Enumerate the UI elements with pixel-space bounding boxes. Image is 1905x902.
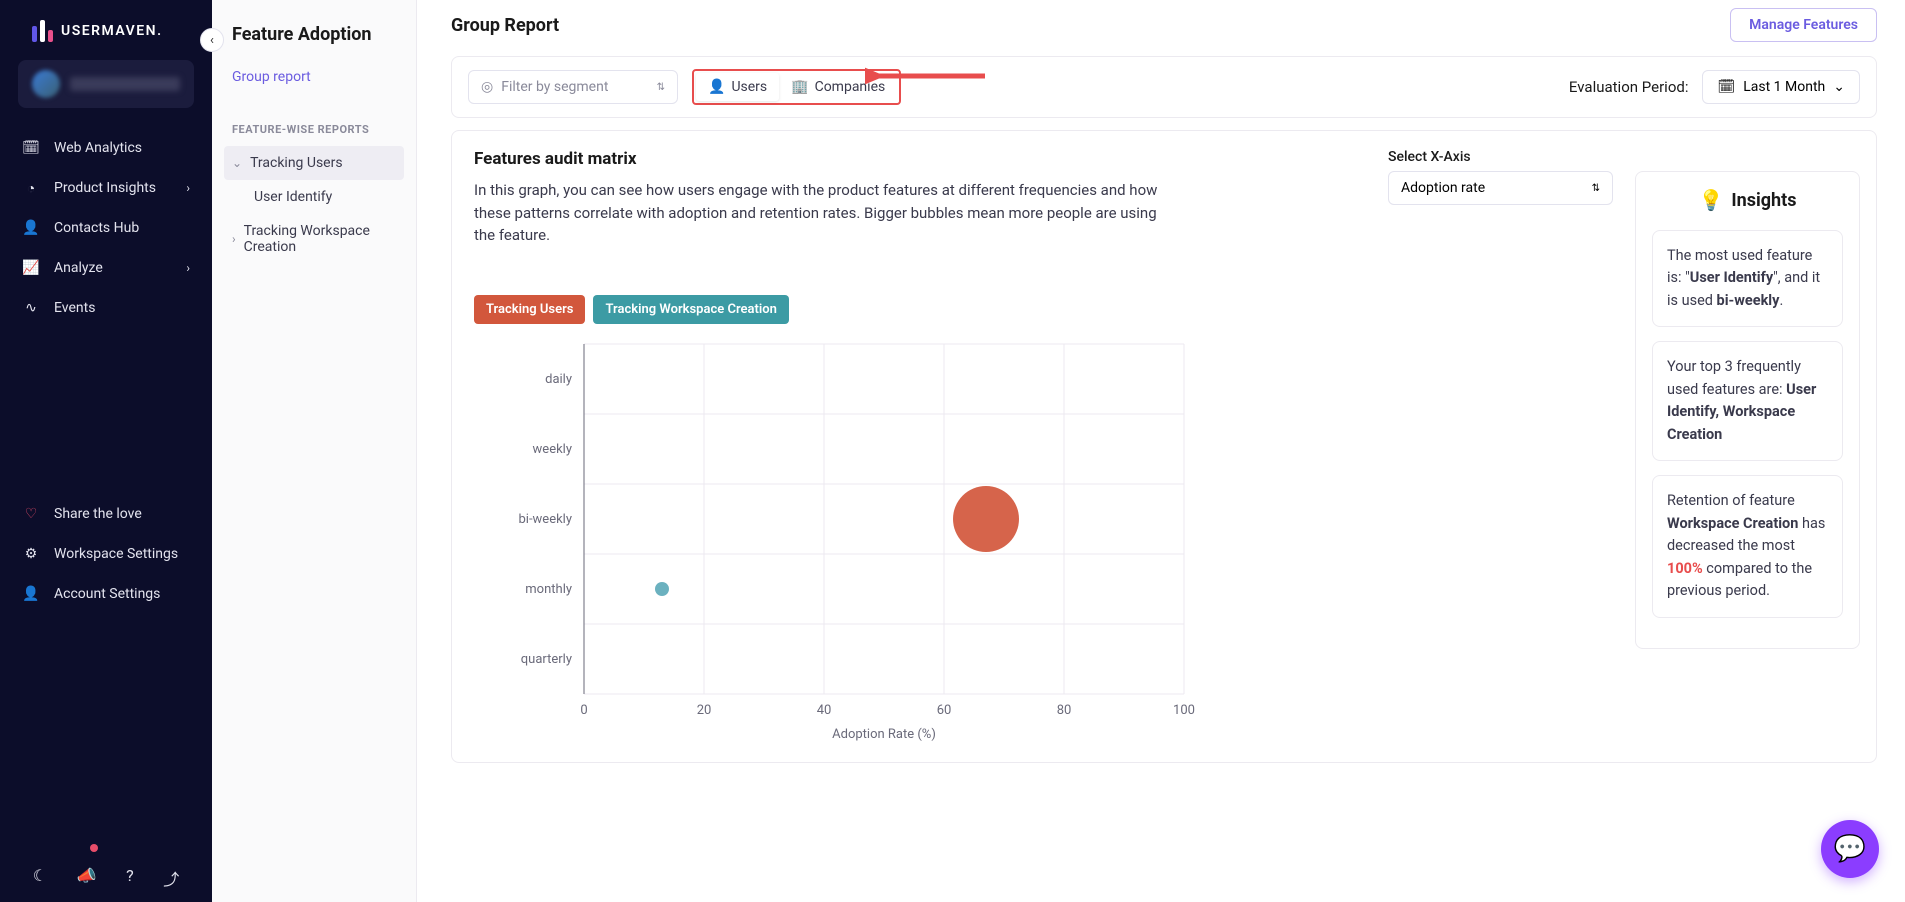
pie-icon: ◔ xyxy=(22,179,40,197)
nav-share-love[interactable]: ♡Share the love xyxy=(0,494,212,534)
chart-icon: 📈 xyxy=(22,259,40,277)
section-title: Feature Adoption xyxy=(224,20,404,59)
collapse-sidebar-button[interactable]: ‹ xyxy=(200,28,224,52)
user-icon: 👤 xyxy=(22,219,40,237)
building-icon: 🏢 xyxy=(791,79,808,95)
nav-workspace-settings[interactable]: ⚙Workspace Settings xyxy=(0,534,212,574)
chat-icon: 💬 xyxy=(1834,834,1866,864)
svg-text:20: 20 xyxy=(697,703,712,718)
sec-item-user-identify[interactable]: User Identify xyxy=(224,180,404,214)
toggle-users[interactable]: 👤Users xyxy=(696,73,779,101)
chevron-right-icon: › xyxy=(232,232,236,246)
bubble-chart: daily weekly bi-weekly monthly quarterly 0 20 4… xyxy=(504,334,1613,744)
insight-card: Your top 3 frequently used features are:… xyxy=(1652,341,1843,461)
util-row: ☾ 📣 ? ⤴ xyxy=(0,854,212,902)
primary-sidebar: USERMAVEN. ‹ 🗓Web Analytics ◔Product Ins… xyxy=(0,0,212,902)
nav-web-analytics[interactable]: 🗓Web Analytics xyxy=(0,128,212,168)
manage-features-button[interactable]: Manage Features xyxy=(1730,8,1877,42)
segment-placeholder: Filter by segment xyxy=(501,79,608,95)
legend-tracking-users[interactable]: Tracking Users xyxy=(474,295,585,324)
insights-panel: 💡 Insights The most used feature is: "Use… xyxy=(1635,171,1860,649)
secondary-sidebar: Feature Adoption Group report FEATURE-WI… xyxy=(212,0,417,902)
legend-tracking-workspace[interactable]: Tracking Workspace Creation xyxy=(593,295,788,324)
help-icon[interactable]: ? xyxy=(126,866,134,890)
xaxis-select-label: Select X-Axis xyxy=(1388,149,1613,165)
logout-icon[interactable]: ⤴ xyxy=(163,866,179,890)
svg-text:bi-weekly: bi-weekly xyxy=(518,512,572,527)
xaxis-select[interactable]: Adoption rate ⇅ xyxy=(1388,171,1613,205)
workspace-avatar xyxy=(32,70,60,98)
svg-text:80: 80 xyxy=(1057,703,1072,718)
insights-title: Insights xyxy=(1731,190,1796,211)
matrix-card: Features audit matrix In this graph, you… xyxy=(451,130,1877,763)
chart-legend: Tracking Users Tracking Workspace Creati… xyxy=(474,295,1613,324)
account-icon: 👤 xyxy=(22,585,40,603)
svg-text:Adoption Rate (%): Adoption Rate (%) xyxy=(832,727,936,742)
target-icon: ◎ xyxy=(481,79,493,95)
workspace-name-blurred xyxy=(70,77,180,91)
nav-events[interactable]: ∿Events xyxy=(0,288,212,328)
workspace-selector[interactable] xyxy=(18,60,194,108)
notification-dot xyxy=(90,844,98,852)
logo-mark xyxy=(32,20,53,42)
heart-icon: ♡ xyxy=(22,505,40,523)
primary-nav-bottom: ♡Share the love ⚙Workspace Settings 👤Acc… xyxy=(0,486,212,902)
group-report-link[interactable]: Group report xyxy=(224,59,404,95)
matrix-description: In this graph, you can see how users eng… xyxy=(474,179,1174,247)
section-heading: FEATURE-WISE REPORTS xyxy=(224,95,404,146)
sec-item-tracking-users[interactable]: ⌄Tracking Users xyxy=(224,146,404,180)
calendar-icon: 🗓 xyxy=(22,139,40,157)
logo: USERMAVEN. xyxy=(0,0,212,60)
insight-card: The most used feature is: "User Identify… xyxy=(1652,230,1843,327)
period-selector[interactable]: 🗓 Last 1 Month ⌄ xyxy=(1702,70,1860,104)
page-title: Group Report xyxy=(451,15,559,36)
toggle-companies[interactable]: 🏢Companies xyxy=(779,73,897,101)
chat-fab[interactable]: 💬 xyxy=(1821,820,1879,878)
main-content: Group Report Manage Features ◎ Filter by… xyxy=(417,0,1905,902)
logo-text: USERMAVEN. xyxy=(61,23,163,39)
evaluation-period-label: Evaluation Period: xyxy=(1569,78,1689,96)
theme-toggle-icon[interactable]: ☾ xyxy=(33,866,47,890)
svg-text:quarterly: quarterly xyxy=(521,652,572,667)
announce-icon[interactable]: 📣 xyxy=(77,866,97,890)
svg-text:60: 60 xyxy=(937,703,952,718)
svg-text:40: 40 xyxy=(817,703,832,718)
pulse-icon: ∿ xyxy=(22,299,40,317)
svg-text:daily: daily xyxy=(545,372,572,387)
insight-card: Retention of feature Workspace Creation … xyxy=(1652,475,1843,617)
updown-icon: ⇅ xyxy=(1592,183,1600,194)
svg-text:monthly: monthly xyxy=(525,582,572,597)
chevron-down-icon: ⌄ xyxy=(232,156,242,170)
svg-text:0: 0 xyxy=(580,703,587,718)
updown-icon: ⇅ xyxy=(657,82,665,93)
bulb-icon: 💡 xyxy=(1699,188,1724,212)
svg-text:100: 100 xyxy=(1173,703,1195,718)
chevron-right-icon: › xyxy=(186,261,190,275)
svg-text:weekly: weekly xyxy=(533,442,572,457)
chevron-right-icon: › xyxy=(186,181,190,195)
nav-analyze[interactable]: 📈Analyze› xyxy=(0,248,212,288)
primary-nav: 🗓Web Analytics ◔Product Insights› 👤Conta… xyxy=(0,120,212,486)
chevron-down-icon: ⌄ xyxy=(1833,79,1845,95)
nav-contacts-hub[interactable]: 👤Contacts Hub xyxy=(0,208,212,248)
segment-filter[interactable]: ◎ Filter by segment ⇅ xyxy=(468,70,678,104)
sec-item-tracking-workspace-creation[interactable]: ›Tracking Workspace Creation xyxy=(224,214,404,264)
filter-bar: ◎ Filter by segment ⇅ 👤Users 🏢Companies … xyxy=(451,56,1877,118)
nav-product-insights[interactable]: ◔Product Insights› xyxy=(0,168,212,208)
calendar-icon: 🗓 xyxy=(1717,79,1735,95)
nav-account-settings[interactable]: 👤Account Settings xyxy=(0,574,212,614)
user-icon: 👤 xyxy=(708,79,725,95)
entity-toggle: 👤Users 🏢Companies xyxy=(692,69,901,105)
gear-icon: ⚙ xyxy=(22,545,40,563)
matrix-title: Features audit matrix xyxy=(474,149,1174,169)
